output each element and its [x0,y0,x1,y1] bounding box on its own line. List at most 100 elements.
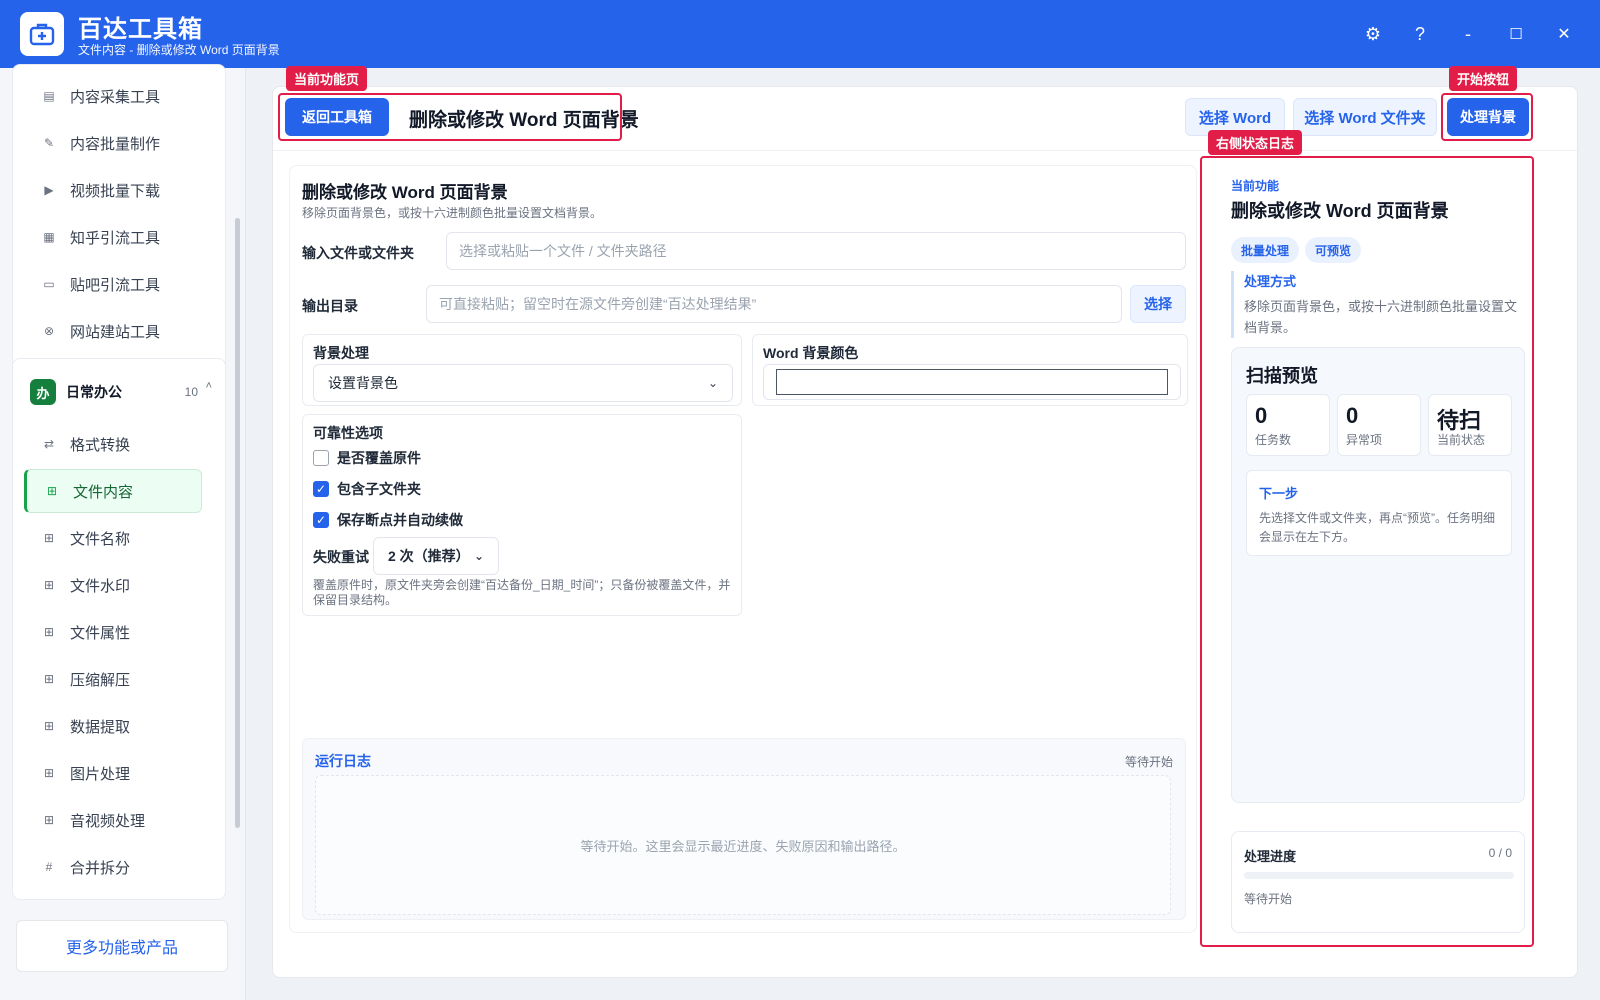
grid-icon: ⊞ [43,813,55,827]
maximize-button[interactable]: ☐ [1502,20,1530,48]
globe-icon: ⊗ [43,324,55,338]
close-button[interactable]: ✕ [1550,20,1578,48]
sidebar-scrollbar[interactable] [234,148,240,968]
output-dir-label: 输出目录 [302,298,358,314]
start-button-highlight [1441,93,1533,141]
option-label: 保存断点并自动续做 [337,512,463,528]
sidebar-item-label: 内容采集工具 [70,88,161,106]
sidebar-item-audio-video[interactable]: ⊞ 音视频处理 [24,798,202,842]
sidebar-group-office[interactable]: 办 日常办公 10 ˄ [18,370,220,414]
run-log-panel: 运行日志 等待开始 等待开始。这里会显示最近进度、失败原因和输出路径。 [302,738,1186,920]
retry-value: 2 次（推荐） [388,548,470,564]
grid-icon: ⊞ [43,719,55,733]
select-word-folder-button[interactable]: 选择 Word 文件夹 [1293,98,1437,136]
grid-icon: ⊞ [43,672,55,686]
overwrite-checkbox[interactable] [313,450,329,466]
form-card: 删除或修改 Word 页面背景 移除页面背景色，或按十六进制颜色批量设置文档背景… [289,165,1197,933]
include-subfolders-checkbox[interactable]: ✓ [313,481,329,497]
grid-icon: ⊞ [43,578,55,592]
sidebar: ▤ 内容采集工具 ✎ 内容批量制作 ▶ 视频批量下载 ▦ 知乎引流工具 ▭ 贴吧… [0,64,246,1000]
app-subtitle: 文件内容 - 删除或修改 Word 页面背景 [78,43,280,57]
sidebar-item-data-extract[interactable]: ⊞ 数据提取 [24,704,202,748]
note-icon: ▦ [43,230,55,244]
sidebar-item-image[interactable]: ⊞ 图片处理 [24,751,202,795]
sidebar-item-label: 文件内容 [73,483,134,501]
sidebar-item-compress[interactable]: ⊞ 压缩解压 [24,657,202,701]
input-path-field[interactable]: 选择或粘贴一个文件 / 文件夹路径 [446,232,1186,270]
run-log-title: 运行日志 [315,753,371,769]
background-mode-value: 设置背景色 [328,375,398,391]
background-mode-label: 背景处理 [313,345,369,361]
sidebar-item-label: 合并拆分 [70,859,131,877]
settings-gear-icon[interactable]: ⚙ [1359,20,1387,48]
sidebar-item-label: 视频批量下载 [70,182,161,200]
sidebar-item-zhihu[interactable]: ▦ 知乎引流工具 [24,215,202,259]
grid-icon: ⊞ [46,484,58,498]
form-title: 删除或修改 Word 页面背景 [302,183,508,202]
option-label: 是否覆盖原件 [337,450,421,466]
title-bar: 百达工具箱 文件内容 - 删除或修改 Word 页面背景 ⚙ ? - ☐ ✕ [0,0,1600,68]
run-log-body: 等待开始。这里会显示最近进度、失败原因和输出路径。 [315,775,1171,915]
hash-icon: # [45,860,53,874]
retry-label: 失败重试 [313,549,369,565]
retry-select[interactable]: 2 次（推荐） ⌄ [373,537,499,575]
start-button-tag: 开始按钮 [1449,66,1518,91]
reliability-label: 可靠性选项 [313,425,383,441]
scrollbar-thumb[interactable] [235,218,240,828]
sidebar-item-label: 网站建站工具 [70,323,161,341]
option-label: 包含子文件夹 [337,481,421,497]
toolbox-icon [20,12,64,56]
swap-icon: ⇄ [43,437,55,451]
run-log-state: 等待开始 [1124,755,1173,769]
grid-icon: ⊞ [43,531,55,545]
help-icon[interactable]: ? [1406,20,1434,48]
more-products-button[interactable]: 更多功能或产品 [16,920,228,972]
current-page-highlight [278,93,622,141]
group-title: 日常办公 [66,384,122,400]
sidebar-item-label: 文件属性 [70,624,131,642]
chevron-down-icon: ⌄ [473,549,484,563]
grid-icon: ⊞ [43,625,55,639]
minimize-button[interactable]: - [1454,20,1482,48]
chat-icon: ▭ [43,277,55,291]
chevron-down-icon: ⌄ [707,376,718,390]
sidebar-item-file-watermark[interactable]: ⊞ 文件水印 [24,563,202,607]
word-bg-color-label: Word 背景颜色 [763,345,859,361]
sidebar-item-file-content[interactable]: ⊞ 文件内容 [24,469,202,513]
sidebar-item-website[interactable]: ⊗ 网站建站工具 [24,309,202,353]
group-badge: 办 [30,379,56,405]
sidebar-item-content-collect[interactable]: ▤ 内容采集工具 [24,74,202,118]
chevron-up-icon[interactable]: ˄ [206,380,212,392]
sidebar-item-label: 数据提取 [70,718,131,736]
color-field-frame [763,364,1181,400]
sidebar-item-label: 内容批量制作 [70,135,161,153]
overwrite-note: 覆盖原件时，原文件夹旁会创建“百达备份_日期_时间”；只备份被覆盖文件，并保留目… [313,578,731,607]
word-bg-color-input[interactable] [776,369,1168,395]
sidebar-item-tieba[interactable]: ▭ 贴吧引流工具 [24,262,202,306]
sidebar-item-label: 图片处理 [70,765,131,783]
status-log-highlight [1200,156,1534,947]
pen-icon: ✎ [43,136,55,150]
sidebar-item-merge-split[interactable]: # 合并拆分 [24,845,202,889]
form-description: 移除页面背景色，或按十六进制颜色批量设置文档背景。 [302,206,603,220]
resume-checkpoint-checkbox[interactable]: ✓ [313,512,329,528]
background-mode-select[interactable]: 设置背景色 ⌄ [313,364,733,402]
status-log-tag: 右侧状态日志 [1208,130,1303,155]
sidebar-item-label: 知乎引流工具 [70,229,161,247]
sidebar-item-format-convert[interactable]: ⇄ 格式转换 [24,422,202,466]
sidebar-item-video-download[interactable]: ▶ 视频批量下载 [24,168,202,212]
background-mode-card: 背景处理 设置背景色 ⌄ [302,334,742,406]
output-dir-field[interactable]: 可直接粘贴；留空时在源文件旁创建“百达处理结果” [426,285,1122,323]
sidebar-item-label: 文件水印 [70,577,131,595]
sidebar-item-content-batch[interactable]: ✎ 内容批量制作 [24,121,202,165]
sidebar-item-file-name[interactable]: ⊞ 文件名称 [24,516,202,560]
output-dir-select-button[interactable]: 选择 [1130,285,1186,323]
sidebar-item-file-properties[interactable]: ⊞ 文件属性 [24,610,202,654]
reliability-card: 可靠性选项 是否覆盖原件 ✓ 包含子文件夹 ✓ 保存断点并自动续做 失败重试 2… [302,414,742,616]
resume-checkpoint-option[interactable]: ✓ 保存断点并自动续做 [313,510,463,530]
include-subfolders-option[interactable]: ✓ 包含子文件夹 [313,479,421,499]
sidebar-item-label: 格式转换 [70,436,131,454]
overwrite-original-option[interactable]: 是否覆盖原件 [313,448,421,468]
sidebar-item-label: 文件名称 [70,530,131,548]
clipboard-icon: ▤ [43,89,55,103]
